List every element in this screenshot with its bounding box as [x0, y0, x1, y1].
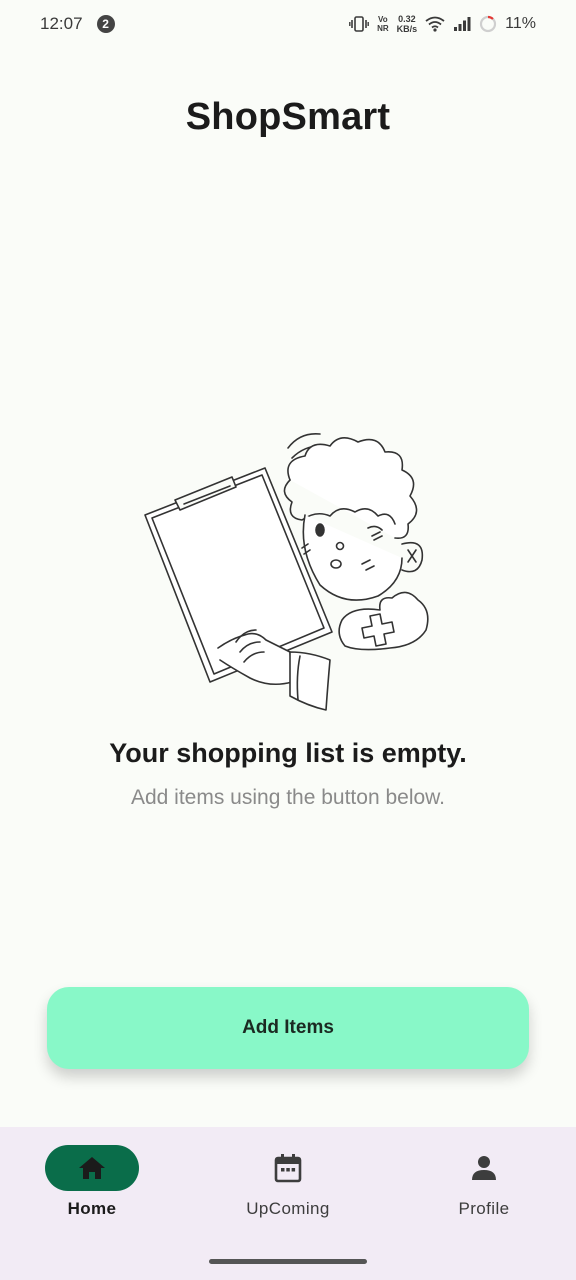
- status-left: 12:07 2: [40, 14, 115, 34]
- volte-bottom: NR: [377, 24, 389, 33]
- signal-icon: [454, 17, 471, 31]
- nav-label-upcoming: UpComing: [246, 1199, 330, 1218]
- empty-state-subtext: Add items using the button below.: [130, 786, 446, 809]
- nav-upcoming-indicator: [241, 1145, 335, 1191]
- empty-list-illustration: [144, 432, 429, 711]
- wifi-icon: [425, 16, 445, 32]
- home-icon: [79, 1157, 105, 1179]
- nav-profile-indicator: [437, 1145, 531, 1191]
- calendar-icon: [274, 1154, 302, 1183]
- nav-label-home: Home: [67, 1199, 117, 1218]
- bottom-navigation: Home UpComing Profile: [0, 1127, 576, 1280]
- volte-top: Vo: [378, 15, 388, 24]
- battery-percent: 11%: [505, 15, 536, 32]
- nav-item-upcoming[interactable]: UpComing: [218, 1145, 358, 1219]
- screen: 12:07 2 Vo NR 0.32 KB/s 11% ShopSmart Yo…: [0, 0, 576, 1280]
- net-speed: 0.32 KB/s: [397, 14, 418, 34]
- nav-item-home[interactable]: Home: [22, 1145, 162, 1219]
- nav-home-indicator: [45, 1145, 139, 1191]
- nav-item-profile[interactable]: Profile: [414, 1145, 554, 1219]
- volte-indicator: Vo NR: [377, 15, 389, 33]
- empty-state-heading: Your shopping list is empty.: [109, 738, 467, 768]
- battery-ring-icon: [480, 15, 497, 33]
- nav-label-profile: Profile: [458, 1199, 510, 1218]
- page-title: ShopSmart: [185, 96, 391, 138]
- net-speed-value: 0.32: [398, 14, 416, 24]
- status-time: 12:07: [40, 14, 83, 33]
- add-items-button[interactable]: Add Items: [47, 987, 529, 1069]
- net-speed-unit: KB/s: [396, 24, 418, 34]
- status-bar: 12:07 2 Vo NR 0.32 KB/s 11%: [0, 0, 576, 48]
- gesture-handle[interactable]: [209, 1259, 367, 1264]
- vibrate-icon: [349, 16, 369, 32]
- notification-count-badge: 2: [96, 15, 115, 33]
- status-right: Vo NR 0.32 KB/s 11%: [349, 14, 536, 34]
- person-icon: [472, 1156, 496, 1180]
